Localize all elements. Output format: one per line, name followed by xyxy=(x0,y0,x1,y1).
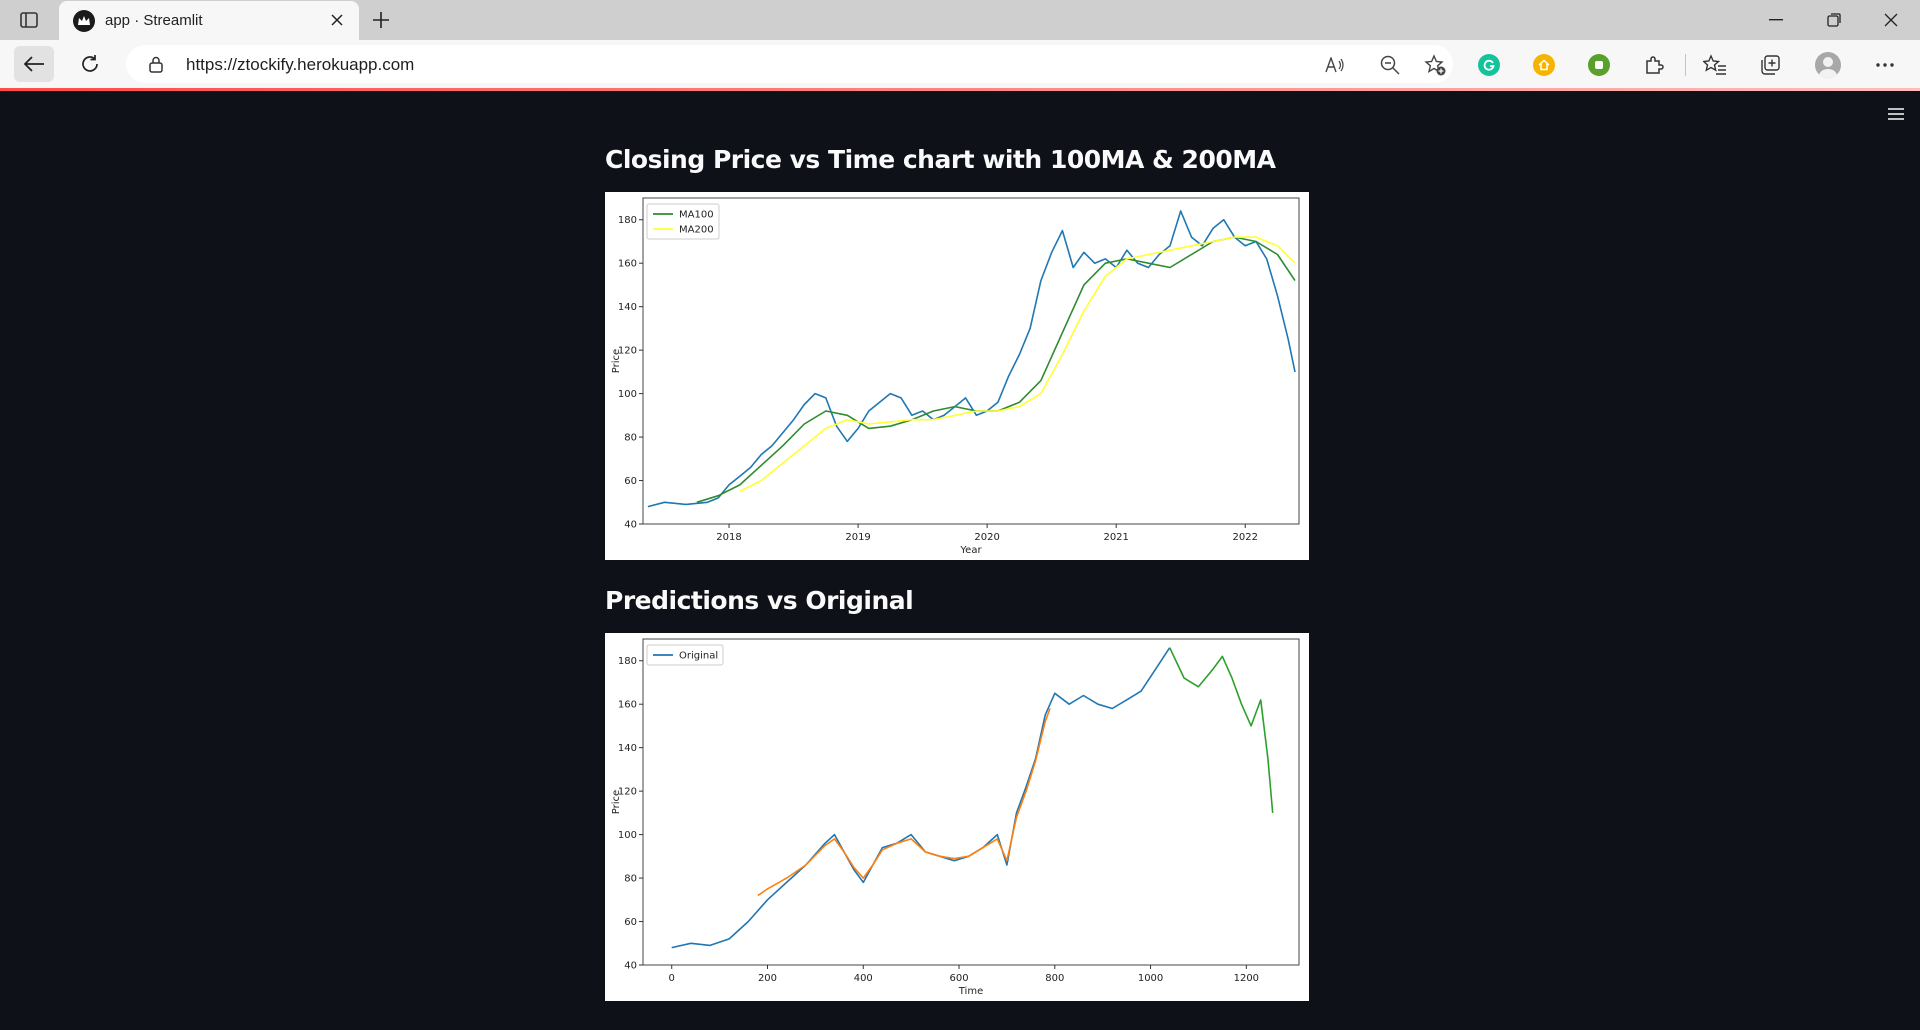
x-axis-label: Year xyxy=(959,545,982,556)
chart-predictions-svg: 4060801001201401601800 200 400 600 800 1000 12… xyxy=(611,638,1300,997)
y-tick-label: 140 xyxy=(618,302,637,313)
close-icon[interactable] xyxy=(327,10,347,30)
y-tick-label: 40 xyxy=(624,961,637,972)
restore-icon[interactable] xyxy=(1814,8,1854,32)
streamlit-crown-icon xyxy=(73,10,95,32)
browser-tab-bar: app · Streamlit xyxy=(0,0,1920,40)
toolbar-separator xyxy=(1685,54,1686,76)
minimize-icon[interactable] xyxy=(1756,8,1796,32)
tab-actions-icon[interactable] xyxy=(18,10,40,30)
collections-icon[interactable] xyxy=(1757,52,1783,78)
x-tick-label: 200 xyxy=(758,973,777,984)
browser-tab-active[interactable]: app · Streamlit xyxy=(59,1,359,40)
y-tick-label: 140 xyxy=(618,743,637,754)
green-extension-icon[interactable] xyxy=(1586,52,1612,78)
chart-closing-price-svg: 4060801001201401601802018 2019 2020 2021 202… xyxy=(611,197,1300,556)
series-line-test-prediction xyxy=(1168,647,1274,813)
legend-label-ma100: MA100 xyxy=(679,210,714,221)
read-aloud-icon[interactable] xyxy=(1324,54,1346,76)
x-tick-label: 2021 xyxy=(1103,532,1128,543)
y-tick-label: 180 xyxy=(618,656,637,667)
grammarly-icon[interactable] xyxy=(1476,52,1502,78)
legend: Original xyxy=(646,644,724,666)
refresh-icon[interactable] xyxy=(70,46,110,82)
y-tick-label: 160 xyxy=(618,700,637,711)
x-tick-label: 0 xyxy=(669,973,675,984)
plot-frame xyxy=(642,638,1300,966)
y-tick-label: 180 xyxy=(618,215,637,226)
x-tick-label: 1200 xyxy=(1234,973,1259,984)
profile-avatar[interactable] xyxy=(1815,52,1841,78)
star-add-icon[interactable] xyxy=(1424,54,1446,76)
series-line-close xyxy=(647,210,1296,508)
y-tick-label: 160 xyxy=(618,259,637,270)
tab-title: app · Streamlit xyxy=(105,12,203,29)
ellipsis-icon[interactable] xyxy=(1872,52,1898,78)
home-extension-icon[interactable] xyxy=(1531,52,1557,78)
x-axis-label: Time xyxy=(958,986,983,997)
heading-predictions: Predictions vs Original xyxy=(605,586,914,615)
hamburger-menu-icon[interactable] xyxy=(1884,104,1908,124)
y-tick-label: 60 xyxy=(624,917,637,928)
url-text[interactable]: https://ztockify.herokuapp.com xyxy=(186,55,414,75)
y-tick-label: 60 xyxy=(624,476,637,487)
chart-closing-price: 40 60 80 100 120 140 160 180 2018 2019 2020 2021 202… xyxy=(605,192,1309,560)
x-tick-label: 800 xyxy=(1045,973,1064,984)
chart-predictions: 40 60 80 100 120 140 160 180 0 200 400 600 800 1000 12… xyxy=(605,633,1309,1001)
x-tick-label: 600 xyxy=(949,973,968,984)
browser-toolbar: https://ztockify.herokuapp.com xyxy=(0,40,1920,88)
series-line-original xyxy=(671,647,1171,949)
series-line-ma200 xyxy=(739,236,1296,493)
window-close-icon[interactable] xyxy=(1871,8,1911,32)
plus-icon[interactable] xyxy=(369,8,393,32)
legend-label-original: Original xyxy=(679,651,718,662)
series-line-train-prediction xyxy=(757,708,1051,897)
y-tick-label: 40 xyxy=(624,520,637,531)
x-tick-label: 2020 xyxy=(974,532,999,543)
x-tick-label: 2019 xyxy=(845,532,870,543)
y-tick-label: 80 xyxy=(624,433,637,444)
heading-closing-price: Closing Price vs Time chart with 100MA &… xyxy=(605,145,1276,174)
puzzle-icon[interactable] xyxy=(1641,52,1667,78)
favorites-icon[interactable] xyxy=(1702,52,1728,78)
series-line-ma100 xyxy=(696,236,1296,504)
y-axis-label: Price xyxy=(611,349,622,373)
lock-icon[interactable] xyxy=(146,54,166,74)
x-tick-label: 2018 xyxy=(716,532,741,543)
y-tick-label: 80 xyxy=(624,874,637,885)
x-tick-label: 1000 xyxy=(1138,973,1163,984)
legend-label-ma200: MA200 xyxy=(679,225,714,236)
y-tick-label: 100 xyxy=(618,830,637,841)
y-tick-label: 100 xyxy=(618,389,637,400)
legend: MA100 MA200 xyxy=(646,203,720,240)
loading-accent-line xyxy=(0,88,1920,91)
x-tick-label: 400 xyxy=(854,973,873,984)
x-tick-label: 2022 xyxy=(1233,532,1258,543)
y-axis-label: Price xyxy=(611,790,622,814)
address-bar[interactable]: https://ztockify.herokuapp.com xyxy=(126,45,1453,83)
arrow-left-icon[interactable] xyxy=(14,46,54,82)
zoom-out-icon[interactable] xyxy=(1379,54,1401,76)
